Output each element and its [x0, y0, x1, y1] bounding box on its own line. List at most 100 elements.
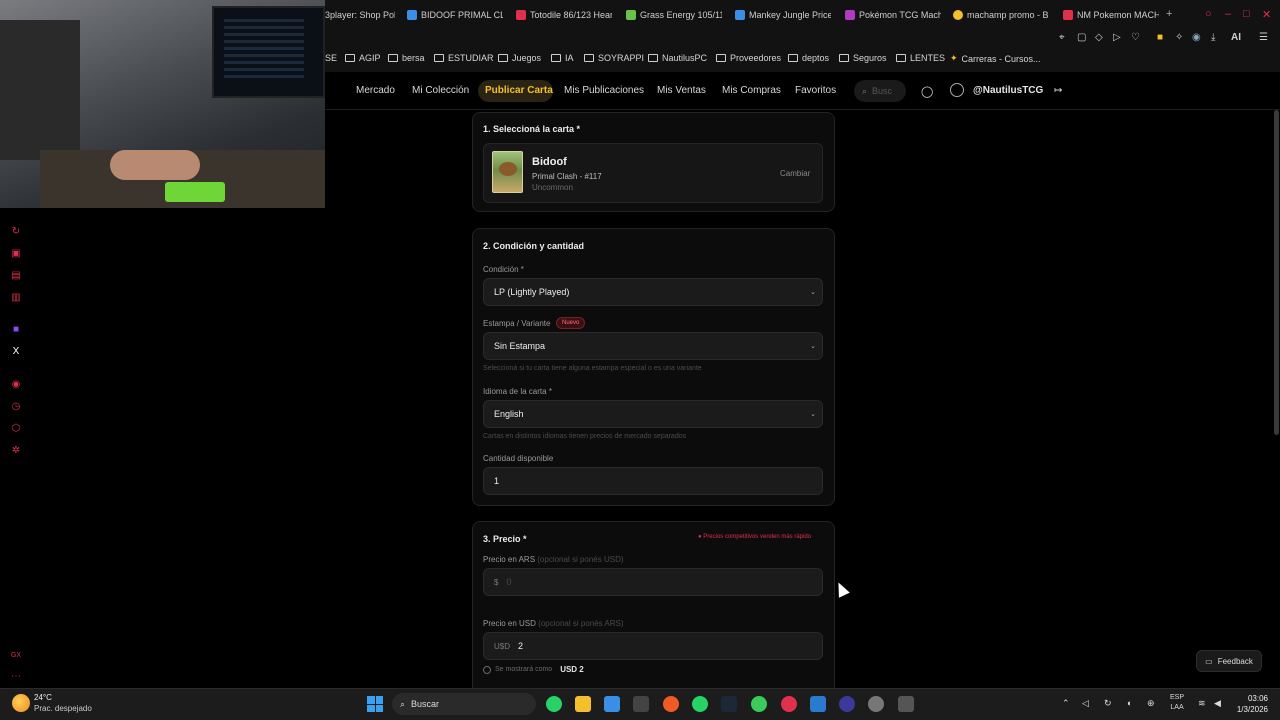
- bookmark-folder[interactable]: Seguros: [839, 53, 887, 63]
- profile-icon[interactable]: ◉: [1192, 32, 1201, 43]
- menu-icon[interactable]: ☰: [1259, 32, 1268, 43]
- play-circle-icon[interactable]: ◉: [10, 379, 22, 391]
- calculator-icon[interactable]: [898, 696, 914, 712]
- chevron-up-icon[interactable]: ⌃: [1062, 698, 1070, 709]
- feedback-button[interactable]: ▭ Feedback: [1196, 650, 1262, 672]
- bookmark-folder[interactable]: Juegos: [498, 53, 541, 63]
- twitch-icon[interactable]: ■: [10, 324, 22, 336]
- nav-item-publicar-carta[interactable]: Publicar Carta: [485, 85, 553, 96]
- language-indicator[interactable]: ESP LAA: [1170, 693, 1184, 713]
- browser-tab[interactable]: Pokémon TCG Mach: [845, 6, 941, 24]
- clock-icon[interactable]: ◷: [10, 401, 22, 413]
- puzzle-icon[interactable]: ✧: [1175, 32, 1183, 43]
- nav-item-mi-coleccion[interactable]: Mi Colección: [412, 85, 469, 96]
- nav-item-favoritos[interactable]: Favoritos: [795, 85, 836, 96]
- settings-icon[interactable]: ✲: [10, 445, 22, 457]
- ai-button[interactable]: AI: [1231, 32, 1241, 43]
- condition-select[interactable]: LP (Lightly Played) ⌄: [483, 278, 823, 306]
- clock[interactable]: 03:06 1/3/2026: [1232, 693, 1268, 715]
- app-icon[interactable]: [633, 696, 649, 712]
- card-icon[interactable]: ▤: [10, 270, 22, 282]
- bookmark-item[interactable]: ✦ Carreras - Cursos...: [950, 53, 1041, 64]
- bookmark-label: SE: [325, 53, 338, 63]
- logout-icon[interactable]: ↦: [1054, 85, 1062, 96]
- whatsapp-icon[interactable]: [692, 696, 708, 712]
- feedback-label: Feedback: [1217, 656, 1253, 666]
- variant-select[interactable]: Sin Estampa ⌄: [483, 332, 823, 360]
- nav-item-mis-publicaciones[interactable]: Mis Publicaciones: [564, 85, 644, 96]
- bookmark-folder[interactable]: AGIP: [345, 53, 381, 63]
- bookmark-folder[interactable]: SOYRAPPI: [584, 53, 644, 63]
- new-tab-icon[interactable]: +: [1166, 8, 1172, 20]
- browser-tab[interactable]: 3player: Shop Pok: [325, 6, 395, 24]
- chat-icon[interactable]: ◯: [921, 85, 933, 98]
- bookmark-item[interactable]: SE: [325, 53, 337, 63]
- ars-price-field[interactable]: $ 0: [483, 568, 823, 596]
- bookmark-folder[interactable]: ESTUDIAR: [434, 53, 494, 63]
- bookmark-folder[interactable]: bersa: [388, 53, 425, 63]
- browser-tab[interactable]: NM Pokemon MACHA: [1063, 6, 1159, 24]
- step3-card: [472, 521, 835, 688]
- maximize-icon[interactable]: □: [1243, 8, 1250, 20]
- favicon-icon: [1063, 10, 1073, 20]
- browser-tab[interactable]: Mankey Jungle Price: [735, 6, 831, 24]
- usd-price-field[interactable]: U$D 2: [483, 632, 823, 660]
- minimize-icon[interactable]: –: [1225, 8, 1231, 20]
- start-button[interactable]: [367, 696, 383, 712]
- close-icon[interactable]: ✕: [1262, 8, 1271, 21]
- quantity-field[interactable]: 1: [483, 467, 823, 495]
- change-card-button[interactable]: Cambiar: [780, 169, 810, 178]
- search-icon: ⌕: [862, 85, 868, 96]
- bookmark-folder[interactable]: Proveedores: [716, 53, 781, 63]
- microphone-icon[interactable]: ◖: [1126, 698, 1131, 708]
- browser-tab[interactable]: Grass Energy 105/114: [626, 6, 722, 24]
- download-icon[interactable]: ⤓: [1211, 32, 1215, 43]
- steam-icon[interactable]: [721, 696, 737, 712]
- app-icon[interactable]: [839, 696, 855, 712]
- mail-icon[interactable]: ▥: [10, 292, 22, 304]
- browser-tab[interactable]: Totodile 86/123 Hear: [516, 6, 612, 24]
- x-icon[interactable]: X: [10, 346, 22, 358]
- app-icon[interactable]: [868, 696, 884, 712]
- avatar[interactable]: [950, 83, 964, 97]
- volume-icon[interactable]: ◁: [1082, 698, 1089, 709]
- opera-gx-icon[interactable]: [781, 696, 797, 712]
- store-icon[interactable]: [604, 696, 620, 712]
- browser-tab[interactable]: BIDOOF PRIMAL CLA: [407, 6, 503, 24]
- network-icon[interactable]: ⊕: [1147, 698, 1155, 709]
- whatsapp-icon[interactable]: [546, 696, 562, 712]
- shield-icon[interactable]: ◇: [1095, 32, 1103, 43]
- bookmark-folder[interactable]: deptos: [788, 53, 829, 63]
- more-icon[interactable]: ⋯: [10, 671, 22, 683]
- speaker-icon[interactable]: ◀: [1214, 698, 1221, 709]
- bookmark-folder[interactable]: NautilusPC: [648, 53, 707, 63]
- refresh-icon[interactable]: ↻: [10, 226, 22, 238]
- app-icon[interactable]: [810, 696, 826, 712]
- search-tabs-icon[interactable]: ○: [1205, 8, 1212, 20]
- cube-icon[interactable]: ⬡: [10, 423, 22, 435]
- screenshot-icon[interactable]: ▢: [1077, 32, 1086, 43]
- gx-icon[interactable]: GX: [10, 650, 22, 662]
- nav-item-mis-compras[interactable]: Mis Compras: [722, 85, 781, 96]
- scrollbar[interactable]: [1274, 110, 1279, 435]
- weather-icon[interactable]: [12, 694, 30, 712]
- sync-icon[interactable]: ↻: [1104, 698, 1112, 709]
- nav-item-mis-ventas[interactable]: Mis Ventas: [657, 85, 706, 96]
- extension-icon[interactable]: ■: [1157, 32, 1163, 43]
- language-select[interactable]: English ⌄: [483, 400, 823, 428]
- taskbar-search[interactable]: ⌕ Buscar: [392, 693, 536, 715]
- app-icon[interactable]: [751, 696, 767, 712]
- bag-icon[interactable]: ▣: [10, 248, 22, 260]
- bookmark-folder[interactable]: LENTES: [896, 53, 945, 63]
- browser-tab[interactable]: machamp promo - B: [953, 6, 1049, 24]
- file-explorer-icon[interactable]: [575, 696, 591, 712]
- heart-icon[interactable]: ♡: [1131, 32, 1140, 43]
- username[interactable]: @NautilusTCG: [973, 85, 1043, 96]
- search-input[interactable]: ⌕ Busc: [854, 80, 906, 102]
- play-icon[interactable]: ▷: [1113, 32, 1121, 43]
- pin-icon[interactable]: ⌖: [1059, 32, 1065, 43]
- bookmark-folder[interactable]: IA: [551, 53, 574, 63]
- app-icon[interactable]: [663, 696, 679, 712]
- nav-item-mercado[interactable]: Mercado: [356, 85, 395, 96]
- wifi-icon[interactable]: ≋: [1198, 698, 1206, 709]
